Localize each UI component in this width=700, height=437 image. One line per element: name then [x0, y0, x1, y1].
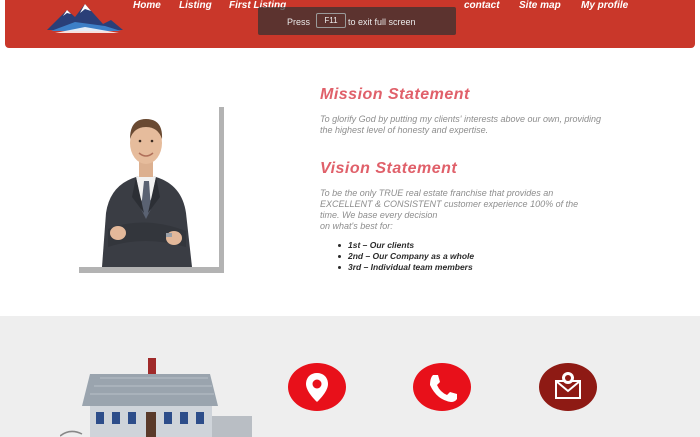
nav-home[interactable]: Home	[133, 0, 161, 11]
house-image	[60, 358, 252, 437]
mountain-logo[interactable]	[45, 0, 125, 34]
mail-button[interactable]	[539, 363, 597, 411]
list-item: 2nd – Our Company as a whole	[338, 251, 474, 262]
list-item: 1st – Our clients	[338, 240, 474, 251]
location-button[interactable]	[288, 363, 346, 411]
vision-line: time. We base every decision	[320, 210, 438, 220]
fullscreen-notice-prefix: Press	[287, 17, 311, 27]
vision-heading: Vision Statement	[320, 160, 458, 177]
mission-heading: Mission Statement	[320, 86, 470, 103]
nav-contact[interactable]: contact	[464, 0, 500, 11]
vision-line: on what's best for:	[320, 221, 393, 231]
mail-icon	[555, 372, 581, 399]
vision-line: To be the only TRUE real estate franchis…	[320, 188, 554, 198]
phone-button[interactable]	[413, 363, 471, 411]
mission-line: To glorify God by putting my clients' in…	[320, 114, 602, 124]
location-pin-icon	[306, 373, 328, 402]
fullscreen-notice-suffix: to exit full screen	[348, 17, 416, 27]
nav-my-profile[interactable]: My profile	[581, 0, 628, 11]
mission-line: the highest level of honesty and experti…	[320, 125, 489, 135]
priority-list: 1st – Our clients 2nd – Our Company as a…	[338, 240, 474, 273]
list-item: 3rd – Individual team members	[338, 262, 474, 273]
vision-text: To be the only TRUE real estate franchis…	[320, 188, 660, 232]
fullscreen-key: F11	[316, 13, 346, 28]
profile-photo	[74, 101, 219, 267]
phone-icon	[430, 375, 457, 402]
vision-line: EXCELLENT & CONSISTENT customer experien…	[320, 199, 579, 209]
mission-text: To glorify God by putting my clients' in…	[320, 114, 640, 136]
nav-site-map[interactable]: Site map	[519, 0, 561, 11]
nav-listing[interactable]: Listing	[179, 0, 212, 11]
fullscreen-notice: Press F11 to exit full screen	[258, 7, 456, 35]
